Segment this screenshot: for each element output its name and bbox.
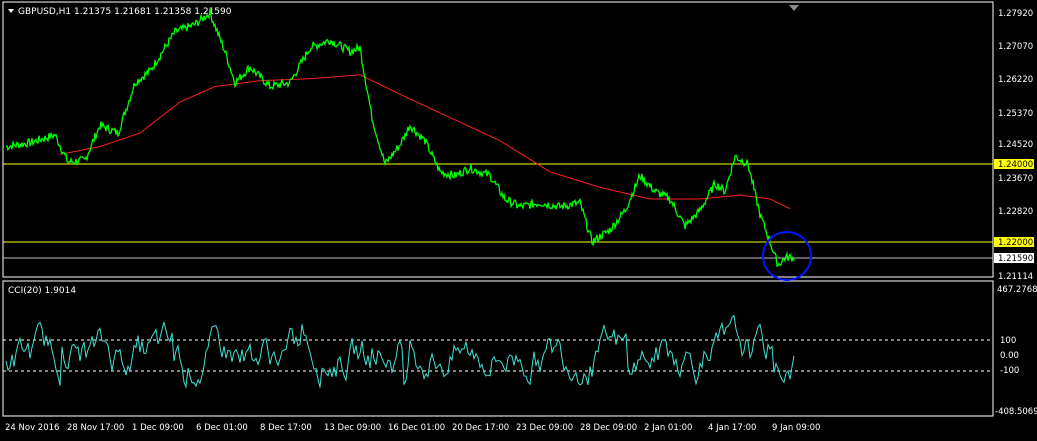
time-tick: 6 Dec 01:00 (196, 423, 248, 433)
symbol-header: GBPUSD,H1 1.21375 1.21681 1.21358 1.2159… (18, 7, 232, 17)
time-tick: 9 Jan 09:00 (772, 423, 820, 433)
price-tick: 1.26220 (998, 75, 1033, 85)
cci-tick: 467.2768 (997, 285, 1037, 295)
cci-tick: -408.5069 (995, 407, 1037, 417)
price-tick: 1.25370 (998, 109, 1033, 119)
time-tick: 24 Nov 2016 (5, 423, 59, 433)
cci-tick: 0.00 (1000, 351, 1019, 361)
level-label-1.24000: 1.24000 (998, 160, 1033, 170)
time-tick: 23 Dec 09:00 (516, 423, 573, 433)
time-tick: 2 Jan 01:00 (644, 423, 692, 433)
price-tick: 1.21114 (998, 272, 1033, 282)
current-price-label: 1.21590 (998, 254, 1033, 264)
time-tick: 20 Dec 17:00 (452, 423, 509, 433)
cci-tick: 100 (1000, 336, 1016, 346)
price-tick: 1.22820 (998, 207, 1033, 217)
price-tick: 1.23670 (998, 174, 1033, 184)
level-label-1.22000: 1.22000 (998, 238, 1033, 248)
price-tick: 1.27070 (998, 42, 1033, 52)
time-tick: 1 Dec 09:00 (132, 423, 184, 433)
time-tick: 28 Dec 09:00 (580, 423, 637, 433)
trading-chart-window: GBPUSD,H1 1.21375 1.21681 1.21358 1.2159… (2, 1, 1037, 433)
cci-panel[interactable] (2, 280, 994, 417)
time-tick: 28 Nov 17:00 (67, 423, 124, 433)
time-axis: 24 Nov 2016 28 Nov 17:00 1 Dec 09:00 6 D… (5, 423, 820, 433)
price-tick: 1.27920 (998, 9, 1033, 19)
cci-tick: -100 (1000, 366, 1019, 376)
time-tick: 8 Dec 17:00 (260, 423, 312, 433)
time-tick: 16 Dec 01:00 (388, 423, 445, 433)
cci-axis: 467.2768 100 0.00 -100 -408.5069 (995, 285, 1037, 417)
cci-header: CCI(20) 1.9014 (8, 286, 76, 296)
time-tick: 13 Dec 09:00 (324, 423, 381, 433)
price-axis: 1.27920 1.27070 1.26220 1.25370 1.24520 … (994, 9, 1034, 282)
time-tick: 4 Jan 17:00 (708, 423, 756, 433)
price-tick: 1.24520 (998, 140, 1033, 150)
